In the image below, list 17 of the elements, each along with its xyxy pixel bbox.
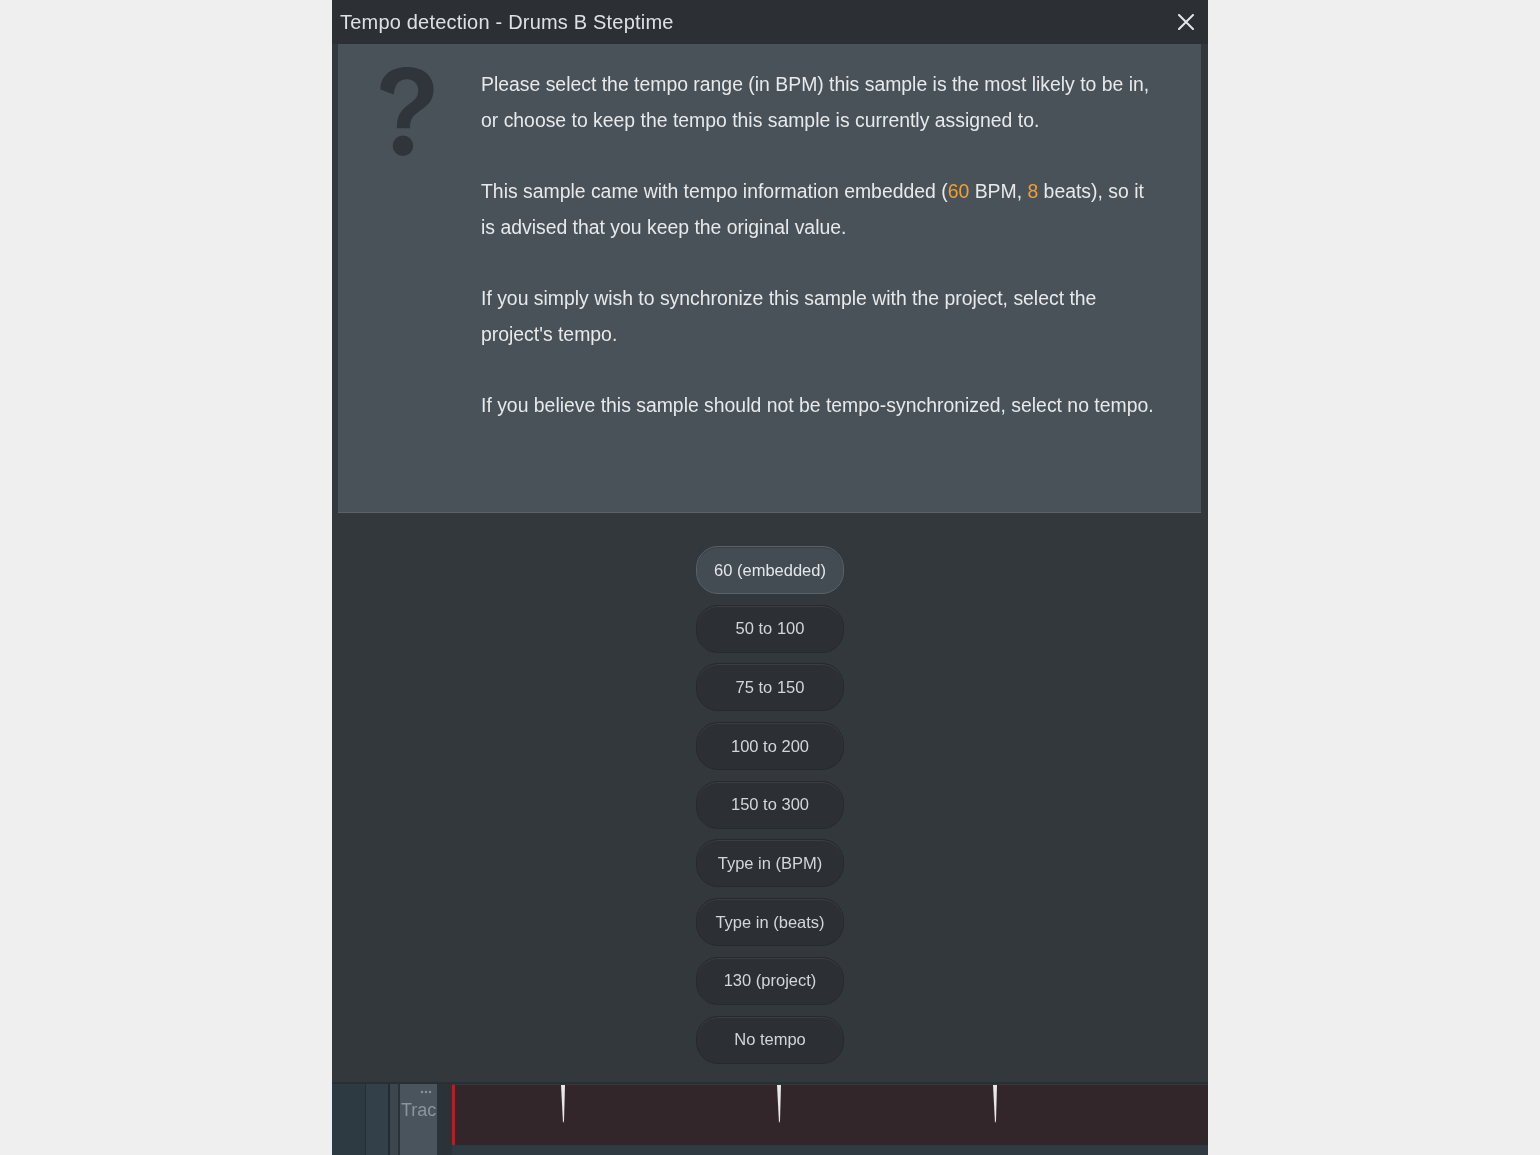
tempo-option-button[interactable]: Type in (beats) [696,898,844,947]
tempo-option-button[interactable]: 130 (project) [696,956,844,1005]
message-paragraph: This sample came with tempo information embedded (60 BPM, 8 beats), so it is advised that you keep the original value. [481,179,1145,240]
tempo-option-button[interactable]: No tempo [696,1015,844,1064]
tempo-option-button[interactable]: 150 to 300 [696,780,844,829]
window-title: Tempo detection - Drums B Steptime [340,10,674,34]
tempo-option-button[interactable]: 75 to 150 [696,663,844,712]
more-icon[interactable] [420,1090,432,1094]
message-paragraph: If you believe this sample should not be tempo-synchronized, select no tempo. [481,393,1155,418]
tempo-option-button[interactable]: 50 to 100 [696,604,844,653]
message-paragraph: If you simply wish to synchronize this sample with the project, select the project's tempo. [481,286,1098,347]
tempo-option-button[interactable]: 100 to 200 [696,722,844,771]
close-icon [1178,14,1194,30]
track-label: Trac [401,1100,437,1121]
tempo-option-button[interactable]: Type in (BPM) [696,839,844,888]
message-paragraph: Please select the tempo range (in BPM) this sample is the most likely to be in, or choose to keep the tempo this sample is currently assigned to. [481,72,1151,133]
tempo-option-button[interactable]: 60 (embedded) [696,546,844,594]
